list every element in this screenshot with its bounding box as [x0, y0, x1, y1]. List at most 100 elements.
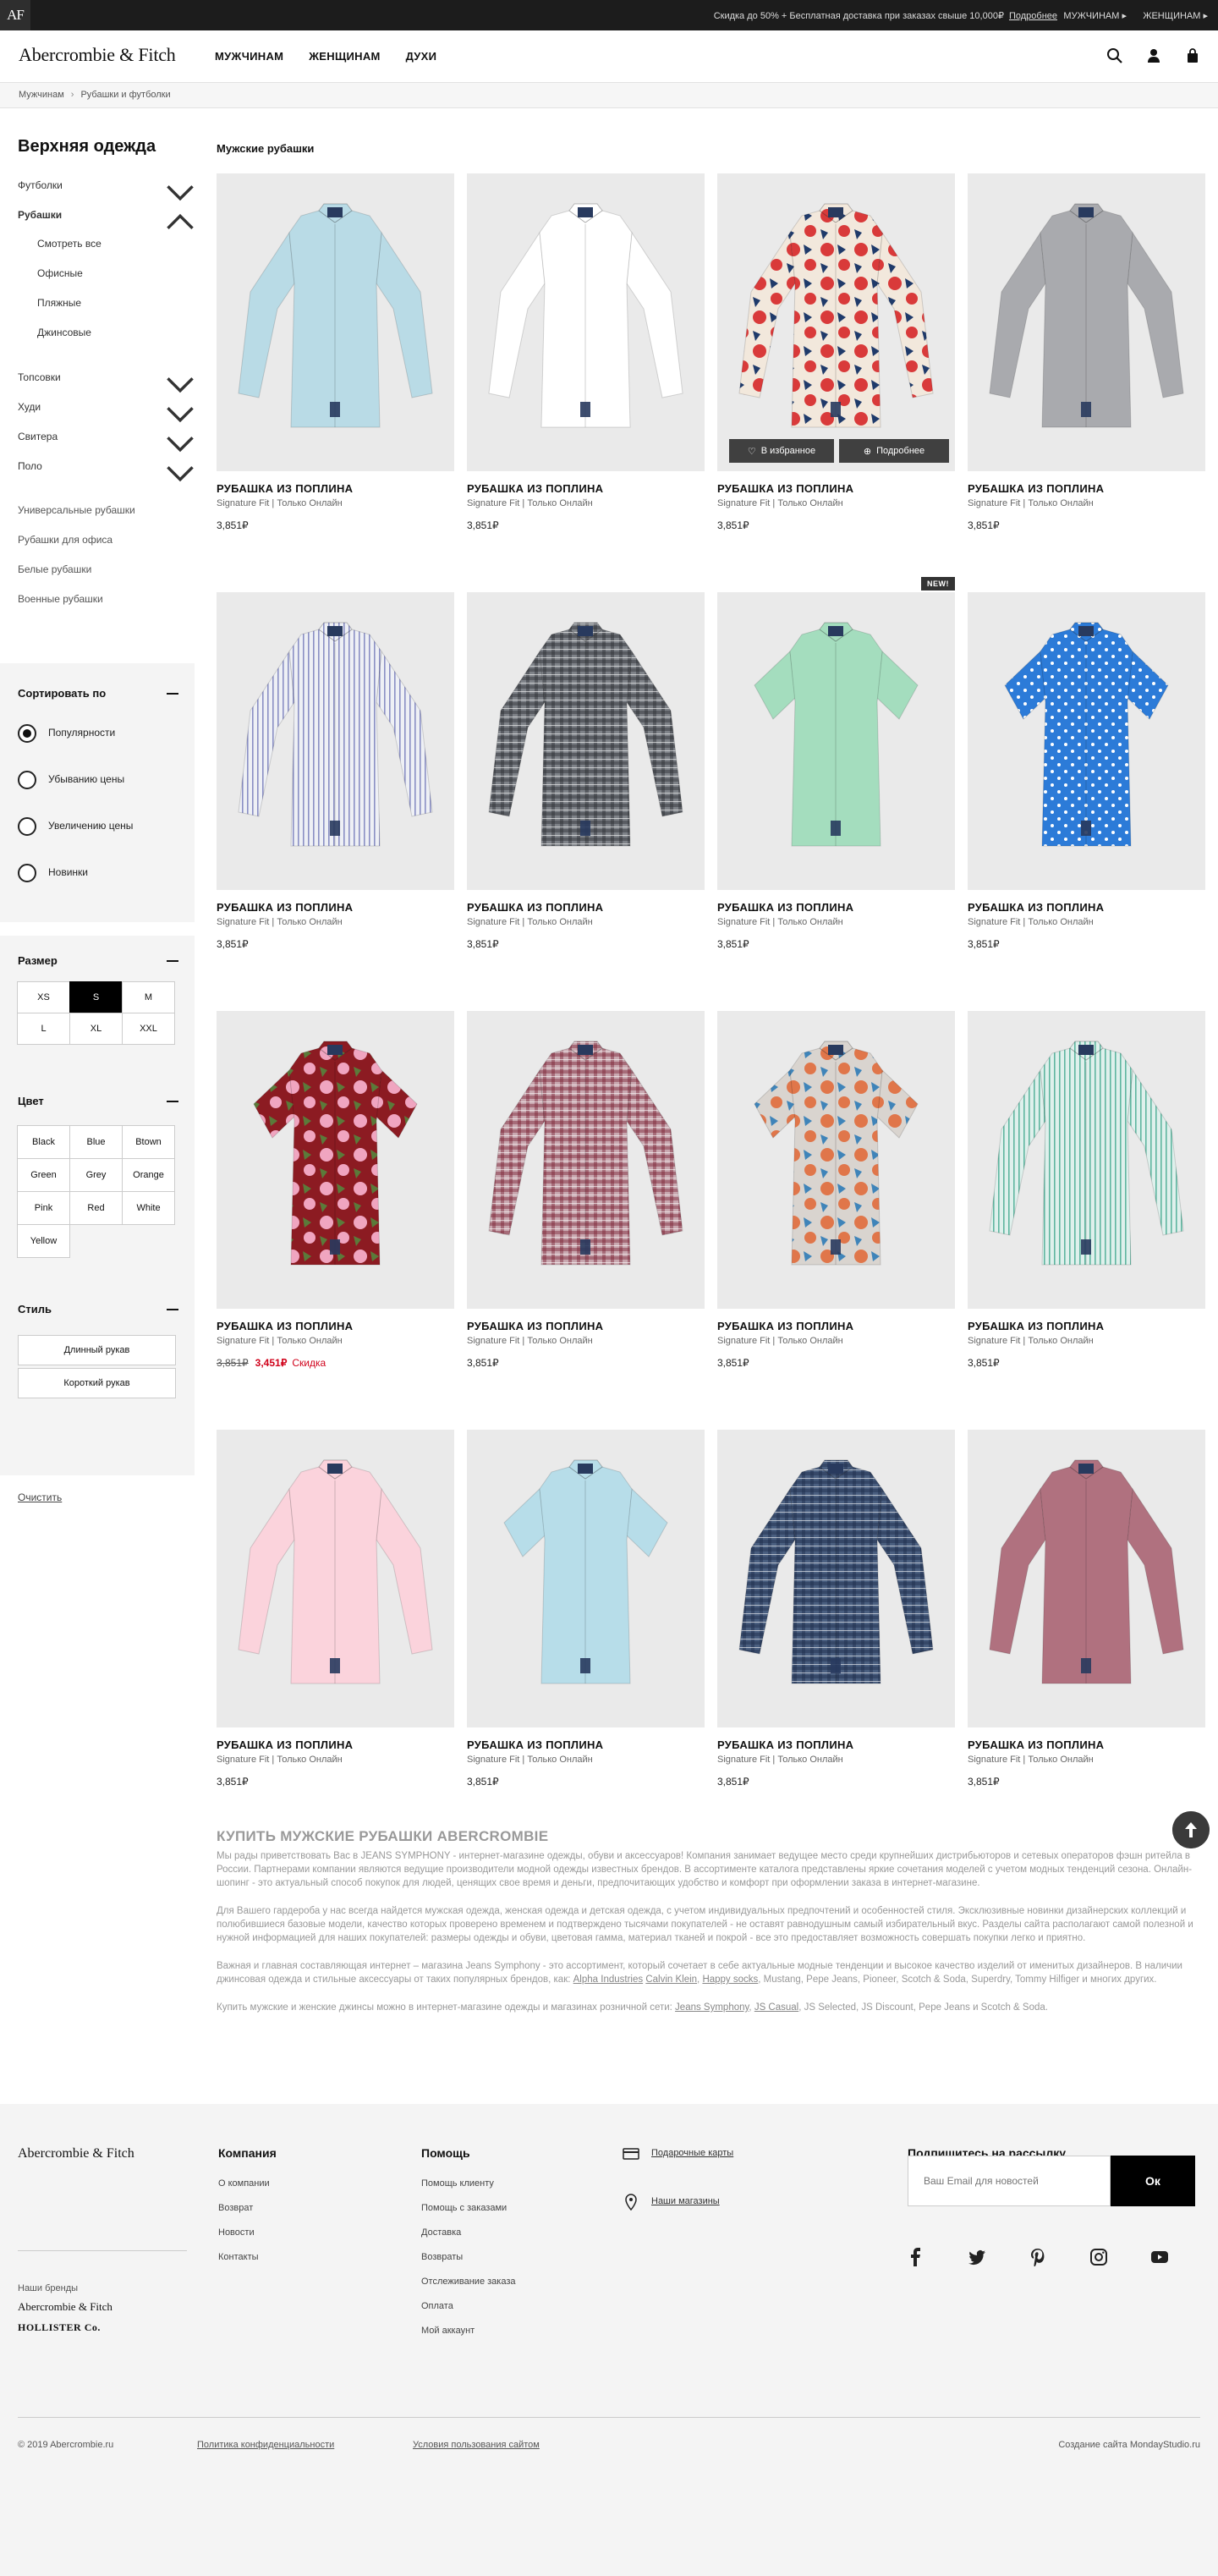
radio-icon[interactable]	[18, 817, 36, 836]
product-name[interactable]: РУБАШКА ИЗ ПОПЛИНА	[717, 482, 853, 495]
email-input[interactable]	[908, 2156, 1111, 2206]
style-heading[interactable]: Стиль	[18, 1303, 178, 1315]
product-image[interactable]	[968, 1011, 1205, 1309]
product-image[interactable]	[968, 1430, 1205, 1727]
link-office-shirts[interactable]: Рубашки для офиса	[18, 534, 184, 546]
product-image-frame[interactable]: ♡ В избранное ⊕ Подробнее	[717, 173, 955, 471]
product-image-frame[interactable]	[717, 1430, 955, 1727]
sort-heading[interactable]: Сортировать по	[18, 687, 178, 700]
brand-abercrombie-logo[interactable]: Abercrombie & Fitch	[18, 2300, 112, 2314]
footer-link-news[interactable]: Новости	[218, 2227, 277, 2238]
subscribe-button[interactable]: Ок	[1111, 2156, 1195, 2206]
add-to-favorites-button[interactable]: ♡ В избранное	[729, 439, 834, 463]
product-image[interactable]	[968, 592, 1205, 890]
color-blue[interactable]: Blue	[69, 1125, 123, 1159]
radio-icon[interactable]	[18, 864, 36, 882]
footer-link-returns[interactable]: Возврат	[218, 2203, 277, 2213]
gift-cards-link[interactable]: Подарочные карты	[651, 2148, 733, 2158]
product-image[interactable]	[217, 1011, 454, 1309]
color-grey[interactable]: Grey	[69, 1158, 123, 1192]
radio-selected-icon[interactable]	[18, 724, 36, 743]
footer-link-payment[interactable]: Оплата	[421, 2301, 516, 2311]
privacy-policy-link[interactable]: Политика конфиденциальности	[197, 2440, 334, 2450]
product-card[interactable]: РУБАШКА ИЗ ПОПЛИНА Signature Fit | Только…	[217, 592, 454, 964]
product-image-frame[interactable]	[717, 592, 955, 890]
scroll-to-top-icon[interactable]	[1172, 1811, 1210, 1848]
store-link[interactable]: Jeans Symphony	[675, 2002, 749, 2013]
product-name[interactable]: РУБАШКА ИЗ ПОПЛИНА	[717, 1320, 853, 1332]
product-card[interactable]: РУБАШКА ИЗ ПОПЛИНА Signature Fit | Только…	[467, 173, 705, 546]
product-image[interactable]	[968, 173, 1205, 471]
topbar-men-link[interactable]: МУЖЧИНАМ ▸	[1063, 10, 1127, 21]
product-name[interactable]: РУБАШКА ИЗ ПОПЛИНА	[467, 482, 603, 495]
chevron-down-icon[interactable]	[166, 431, 195, 456]
product-card[interactable]: РУБАШКА ИЗ ПОПЛИНА Signature Fit | Только…	[717, 1011, 955, 1383]
breadcrumb-shirts[interactable]: Рубашки и футболки	[80, 90, 170, 100]
product-name[interactable]: РУБАШКА ИЗ ПОПЛИНА	[717, 901, 853, 914]
category-item[interactable]: Футболки	[18, 179, 184, 191]
product-image-frame[interactable]	[217, 1011, 454, 1309]
product-image-frame[interactable]	[968, 592, 1205, 890]
color-yellow[interactable]: Yellow	[17, 1224, 70, 1258]
product-card[interactable]: РУБАШКА ИЗ ПОПЛИНА Signature Fit | Только…	[968, 173, 1205, 546]
radio-icon[interactable]	[18, 771, 36, 789]
product-card[interactable]: РУБАШКА ИЗ ПОПЛИНА Signature Fit | Только…	[467, 1011, 705, 1383]
color-red[interactable]: Red	[69, 1191, 123, 1225]
subcategory-office[interactable]: Офисные	[37, 267, 203, 279]
stores-link[interactable]: Наши магазины	[651, 2196, 720, 2206]
youtube-icon[interactable]	[1150, 2248, 1169, 2266]
category-item[interactable]: Свитера	[18, 431, 184, 442]
store-link[interactable]: JS Casual	[754, 2002, 798, 2013]
footer-link-customer-help[interactable]: Помощь клиенту	[421, 2178, 516, 2189]
product-name[interactable]: РУБАШКА ИЗ ПОПЛИНА	[968, 901, 1104, 914]
shopping-bag-icon[interactable]	[1184, 47, 1201, 64]
color-green[interactable]: Green	[17, 1158, 70, 1192]
nav-men[interactable]: МУЖЧИНАМ	[215, 50, 283, 63]
product-image-frame[interactable]	[968, 1430, 1205, 1727]
product-image[interactable]	[467, 592, 705, 890]
chevron-down-icon[interactable]	[166, 402, 195, 426]
footer-link-contacts[interactable]: Контакты	[218, 2252, 277, 2262]
sort-option-popular[interactable]: Популярности	[18, 724, 115, 743]
color-heading[interactable]: Цвет	[18, 1095, 178, 1107]
pinterest-icon[interactable]	[1029, 2248, 1047, 2266]
nav-fragrance[interactable]: ДУХИ	[406, 50, 437, 63]
product-name[interactable]: РУБАШКА ИЗ ПОПЛИНА	[217, 482, 353, 495]
breadcrumb-men[interactable]: Мужчинам	[19, 90, 64, 100]
product-card[interactable]: РУБАШКА ИЗ ПОПЛИНА Signature Fit | Только…	[968, 592, 1205, 964]
product-name[interactable]: РУБАШКА ИЗ ПОПЛИНА	[467, 901, 603, 914]
product-card[interactable]: РУБАШКА ИЗ ПОПЛИНА Signature Fit | Только…	[217, 1430, 454, 1802]
product-image[interactable]	[467, 1430, 705, 1727]
size-l[interactable]: L	[17, 1013, 70, 1045]
product-details-button[interactable]: ⊕ Подробнее	[839, 439, 949, 463]
product-card[interactable]: РУБАШКА ИЗ ПОПЛИНА Signature Fit | Только…	[717, 1430, 955, 1802]
footer-link-tracking[interactable]: Отслеживание заказа	[421, 2277, 516, 2287]
collapse-minus-icon[interactable]	[167, 1309, 178, 1310]
sort-option-new[interactable]: Новинки	[18, 864, 88, 882]
brand-link[interactable]: Calvin Klein	[645, 1975, 697, 1985]
color-brown[interactable]: Btown	[122, 1125, 175, 1159]
promo-details-link[interactable]: Подробнее	[1009, 11, 1057, 21]
chevron-down-icon[interactable]	[166, 180, 195, 205]
product-image[interactable]	[717, 173, 955, 471]
link-white-shirts[interactable]: Белые рубашки	[18, 563, 184, 575]
footer-link-order-help[interactable]: Помощь с заказами	[421, 2203, 516, 2213]
category-item[interactable]: Рубашки	[18, 209, 184, 221]
category-item[interactable]: Поло	[18, 460, 184, 472]
product-name[interactable]: РУБАШКА ИЗ ПОПЛИНА	[217, 1320, 353, 1332]
chevron-down-icon[interactable]	[166, 461, 195, 486]
product-image[interactable]	[217, 173, 454, 471]
link-military-shirts[interactable]: Военные рубашки	[18, 593, 184, 605]
product-name[interactable]: РУБАШКА ИЗ ПОПЛИНА	[717, 1738, 853, 1751]
product-image-frame[interactable]	[217, 592, 454, 890]
product-image-frame[interactable]	[467, 1011, 705, 1309]
color-white[interactable]: White	[122, 1191, 175, 1225]
instagram-icon[interactable]	[1089, 2248, 1108, 2266]
color-orange[interactable]: Orange	[122, 1158, 175, 1192]
size-s[interactable]: S	[69, 981, 123, 1013]
nav-women[interactable]: ЖЕНЩИНАМ	[309, 50, 380, 63]
product-name[interactable]: РУБАШКА ИЗ ПОПЛИНА	[467, 1320, 603, 1332]
color-pink[interactable]: Pink	[17, 1191, 70, 1225]
product-image[interactable]	[717, 1011, 955, 1309]
subcategory-all[interactable]: Смотреть все	[37, 238, 203, 250]
